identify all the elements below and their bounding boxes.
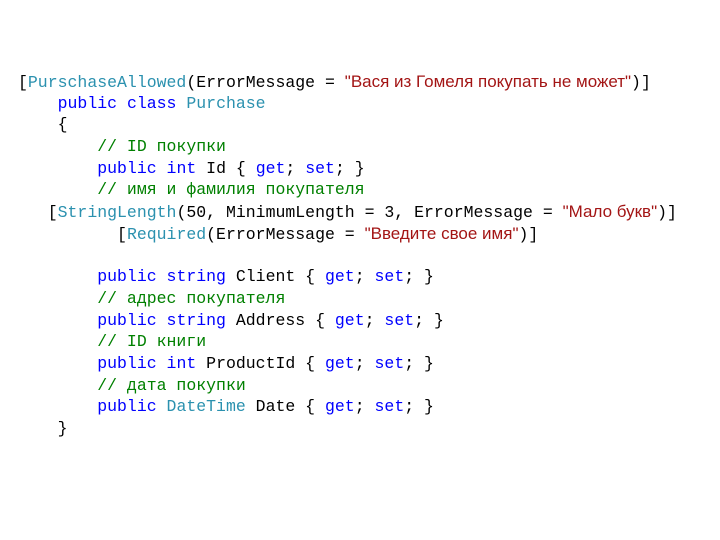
comment-token: // ID покупки bbox=[97, 137, 226, 157]
code-line: } bbox=[18, 418, 677, 440]
code-token: [ bbox=[18, 73, 28, 92]
comment-token: // дата покупки bbox=[97, 375, 246, 395]
code-line: // адрес покупателя bbox=[18, 288, 677, 310]
keyword-token: get bbox=[255, 158, 286, 178]
keyword-token: public bbox=[97, 397, 157, 417]
string-token: "Введите свое имя" bbox=[364, 223, 519, 243]
code-line: public DateTime Date { get; set; } bbox=[18, 396, 677, 418]
keyword-token: set bbox=[305, 158, 335, 178]
keyword-token: string bbox=[166, 310, 226, 330]
keyword-token: set bbox=[384, 310, 415, 330]
code-token: Id { bbox=[196, 158, 256, 178]
keyword-token: int bbox=[166, 158, 197, 178]
code-token: ; } bbox=[404, 397, 434, 417]
code-token: )] bbox=[518, 224, 539, 244]
keyword-token: get bbox=[325, 353, 355, 373]
code-line: [Required(ErrorMessage = "Введите свое и… bbox=[18, 223, 677, 245]
code-token: ; bbox=[354, 267, 375, 287]
keyword-token: set bbox=[374, 397, 405, 417]
code-line: [PurschaseAllowed(ErrorMessage = "Вася и… bbox=[18, 71, 677, 93]
code-line: public int Id { get; set; } bbox=[18, 158, 677, 180]
keyword-token: public bbox=[97, 353, 157, 373]
code-token: ; } bbox=[404, 267, 434, 287]
string-token: "Мало букв" bbox=[562, 202, 658, 222]
code-token: ; } bbox=[404, 353, 434, 373]
code-line: // имя и фамилия покупателя bbox=[18, 179, 677, 201]
comment-token: // адрес покупателя bbox=[97, 288, 286, 308]
code-token: )] bbox=[631, 73, 651, 92]
keyword-token: int bbox=[166, 353, 197, 373]
code-line: [StringLength(50, MinimumLength = 3, Err… bbox=[18, 201, 677, 223]
code-line: // ID книги bbox=[18, 331, 677, 353]
keyword-token: set bbox=[374, 267, 405, 287]
code-token: (50, MinimumLength = 3, ErrorMessage = bbox=[176, 203, 563, 223]
comment-token: // ID книги bbox=[97, 332, 207, 352]
type-token: DateTime bbox=[166, 397, 246, 417]
code-line: public string Address { get; set; } bbox=[18, 310, 677, 332]
code-line: { bbox=[18, 114, 677, 136]
code-token: ; } bbox=[334, 158, 365, 178]
code-block: [PurschaseAllowed(ErrorMessage = "Вася и… bbox=[18, 71, 677, 440]
type-token: Purchase bbox=[186, 93, 266, 113]
code-line: public class Purchase bbox=[18, 93, 677, 115]
type-token: Required bbox=[126, 224, 207, 244]
code-line: // дата покупки bbox=[18, 375, 677, 397]
code-token: { bbox=[57, 115, 68, 135]
keyword-token: public bbox=[97, 267, 157, 287]
code-token: ; } bbox=[414, 310, 444, 330]
code-line: public int ProductId { get; set; } bbox=[18, 353, 677, 375]
code-token: ; bbox=[285, 158, 306, 178]
code-token: } bbox=[57, 419, 68, 438]
code-token: [ bbox=[47, 203, 58, 223]
type-token: StringLength bbox=[57, 203, 177, 223]
code-token: [ bbox=[117, 224, 127, 244]
code-token: ; bbox=[354, 353, 375, 373]
keyword-token: get bbox=[325, 267, 355, 287]
keyword-token: public bbox=[97, 158, 157, 178]
code-line: public string Client { get; set; } bbox=[18, 266, 677, 288]
code-token: ; bbox=[354, 397, 375, 417]
code-line: // ID покупки bbox=[18, 136, 677, 158]
keyword-token: public bbox=[57, 93, 118, 113]
code-token: )] bbox=[657, 203, 677, 223]
code-token: ; bbox=[364, 310, 385, 330]
comment-token: // имя и фамилия покупателя bbox=[97, 180, 365, 200]
keyword-token: public bbox=[97, 310, 157, 330]
code-token: Client { bbox=[225, 267, 325, 287]
keyword-token: string bbox=[166, 267, 226, 287]
code-token: Address { bbox=[225, 310, 335, 330]
type-token: PurschaseAllowed bbox=[27, 73, 187, 92]
code-token: (ErrorMessage = bbox=[206, 224, 365, 244]
code-token: ProductId { bbox=[196, 353, 325, 373]
keyword-token: get bbox=[324, 397, 355, 417]
keyword-token: set bbox=[374, 353, 405, 373]
keyword-token: class bbox=[126, 93, 177, 113]
code-token: (ErrorMessage = bbox=[186, 73, 345, 92]
string-token: "Вася из Гомеля покупать не может" bbox=[344, 72, 632, 91]
code-token: Date { bbox=[245, 397, 325, 417]
keyword-token: get bbox=[334, 310, 365, 330]
